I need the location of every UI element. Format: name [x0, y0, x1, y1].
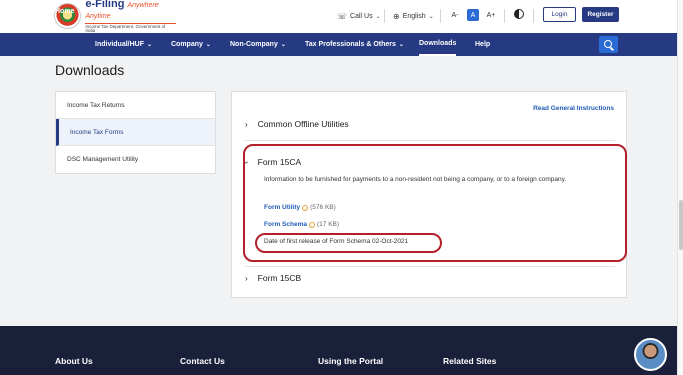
language-dropdown[interactable]: ⊕ English ⌄: [393, 8, 437, 24]
read-instructions-link[interactable]: Read General Instructions: [533, 105, 614, 112]
nav-individual-huf[interactable]: Individual/HUF ⌄: [95, 33, 152, 56]
nav-label: Tax Professionals & Others: [305, 41, 396, 48]
font-decrease-button[interactable]: A-: [449, 9, 461, 21]
chevron-down-icon: ⌄: [280, 42, 286, 48]
top-header: e-Filing Anywhere Anytime Income Tax Dep…: [0, 0, 683, 33]
register-button[interactable]: Register: [582, 7, 619, 22]
divider: [384, 9, 385, 23]
annotation-highlight-oval: [255, 233, 442, 253]
section-label: Common Offline Utilities: [257, 119, 349, 129]
divider: [440, 9, 441, 23]
nav-label: Individual/HUF: [95, 41, 144, 48]
page-title: Downloads: [55, 62, 125, 78]
nav-tax-professionals[interactable]: Tax Professionals & Others ⌄: [305, 33, 404, 56]
nav-label: Company: [171, 41, 203, 48]
nav-non-company[interactable]: Non-Company ⌄: [230, 33, 286, 56]
logo-subtitle: Income Tax Department, Government of Ind…: [85, 22, 176, 34]
font-normal-button[interactable]: A: [467, 9, 479, 21]
chevron-down-icon: ⌄: [398, 42, 404, 48]
language-label: English: [402, 12, 426, 20]
login-button[interactable]: Login: [543, 7, 576, 22]
divider: [245, 140, 615, 141]
nav-company[interactable]: Company ⌄: [171, 33, 211, 56]
contrast-toggle-icon[interactable]: [514, 9, 524, 19]
nav-label: Non-Company: [230, 41, 278, 48]
globe-icon: ⊕: [393, 11, 400, 21]
chevron-right-icon: ›: [245, 273, 248, 283]
accordion-common-offline-utilities[interactable]: › Common Offline Utilities: [245, 119, 349, 129]
chevron-down-icon: ⌄: [205, 42, 211, 48]
nav-help[interactable]: Help: [475, 33, 490, 56]
section-label: Form 15CB: [257, 273, 302, 283]
sidebar-item-dsc-management-utility[interactable]: DSC Management Utility: [56, 146, 215, 173]
call-us-dropdown[interactable]: ☏ Call Us ⌄: [337, 8, 384, 24]
page-scrollbar[interactable]: [677, 0, 683, 375]
search-button[interactable]: [599, 36, 618, 53]
divider: [533, 9, 534, 23]
footer: About Us Contact Us Using the Portal Rel…: [0, 326, 683, 375]
divider: [504, 9, 505, 23]
call-us-label: Call Us: [350, 12, 373, 20]
downloads-panel: Read General Instructions › Common Offli…: [231, 91, 627, 298]
nav-label: Downloads: [419, 40, 457, 47]
nav-downloads[interactable]: Downloads: [419, 33, 457, 56]
chevron-right-icon: ›: [245, 119, 248, 129]
phone-icon: ☏: [337, 11, 348, 21]
search-icon: [603, 39, 612, 48]
sidebar-item-income-tax-forms[interactable]: Income Tax Forms: [56, 119, 215, 146]
chevron-down-icon: ⌄: [147, 42, 153, 48]
nav-home[interactable]: Home: [55, 0, 74, 23]
divider: [245, 266, 615, 267]
footer-heading-contact: Contact Us: [180, 356, 225, 366]
logo-title: e-Filing: [85, 0, 125, 10]
chat-assistant-avatar[interactable]: [634, 338, 667, 371]
nav-label: Help: [475, 41, 491, 48]
scrollbar-thumb[interactable]: [679, 200, 683, 250]
footer-heading-related: Related Sites: [443, 356, 497, 366]
downloads-sidebar: Income Tax Returns Income Tax Forms DSC …: [55, 91, 216, 174]
sidebar-item-income-tax-returns[interactable]: Income Tax Returns: [56, 92, 215, 119]
footer-heading-portal: Using the Portal: [318, 356, 384, 366]
nav-label: Home: [55, 8, 75, 15]
font-increase-button[interactable]: A+: [485, 9, 497, 21]
chevron-down-icon: ⌄: [428, 13, 434, 20]
chevron-down-icon: ⌄: [375, 13, 381, 20]
footer-heading-about: About Us: [55, 356, 93, 366]
accordion-form-15cb[interactable]: › Form 15CB: [245, 273, 301, 283]
